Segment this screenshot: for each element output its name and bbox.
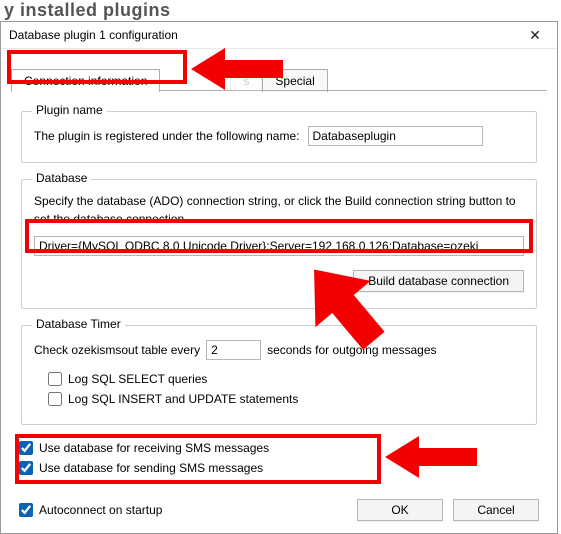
- use-send-checkbox[interactable]: [19, 461, 33, 475]
- log-insert-update-checkbox[interactable]: [48, 392, 62, 406]
- connection-string-input[interactable]: [34, 236, 524, 256]
- database-group: Database Specify the database (ADO) conn…: [21, 179, 537, 309]
- close-button[interactable]: ✕: [513, 22, 557, 48]
- tab-obscured[interactable]: s: [230, 69, 262, 92]
- timer-interval-input[interactable]: [206, 340, 261, 360]
- plugin-name-input[interactable]: [308, 126, 483, 146]
- tab-strip: Connection information s Special: [1, 49, 557, 91]
- timer-suffix-label: seconds for outgoing messages: [267, 343, 436, 357]
- config-dialog: Database plugin 1 configuration ✕ Connec…: [0, 21, 558, 534]
- cancel-button[interactable]: Cancel: [453, 499, 539, 521]
- database-legend: Database: [32, 171, 91, 185]
- build-connection-button[interactable]: Build database connection: [353, 270, 524, 292]
- timer-prefix-label: Check ozekismsout table every: [34, 343, 200, 357]
- database-desc: Specify the database (ADO) connection st…: [34, 192, 524, 228]
- database-timer-legend: Database Timer: [32, 317, 125, 331]
- database-timer-group: Database Timer Check ozekismsout table e…: [21, 325, 537, 425]
- window-title: Database plugin 1 configuration: [9, 28, 178, 42]
- dialog-bottom-strip: Autoconnect on startup OK Cancel: [1, 491, 557, 533]
- tab-special[interactable]: Special: [262, 69, 327, 92]
- ok-button[interactable]: OK: [357, 499, 443, 521]
- tab-content: Plugin name The plugin is registered und…: [1, 91, 557, 491]
- tab-connection-information[interactable]: Connection information: [11, 69, 160, 92]
- log-insert-update-label: Log SQL INSERT and UPDATE statements: [68, 392, 298, 406]
- use-receive-label: Use database for receiving SMS messages: [39, 441, 269, 455]
- titlebar: Database plugin 1 configuration ✕: [1, 22, 557, 49]
- plugin-name-legend: Plugin name: [32, 103, 107, 117]
- parent-window-title: y installed plugins: [0, 0, 561, 21]
- use-send-label: Use database for sending SMS messages: [39, 461, 263, 475]
- log-select-checkbox[interactable]: [48, 372, 62, 386]
- autoconnect-checkbox[interactable]: [19, 503, 33, 517]
- plugin-name-desc: The plugin is registered under the follo…: [34, 127, 300, 145]
- use-receive-checkbox[interactable]: [19, 441, 33, 455]
- log-select-label: Log SQL SELECT queries: [68, 372, 207, 386]
- plugin-name-group: Plugin name The plugin is registered und…: [21, 111, 537, 163]
- autoconnect-label: Autoconnect on startup: [39, 503, 162, 517]
